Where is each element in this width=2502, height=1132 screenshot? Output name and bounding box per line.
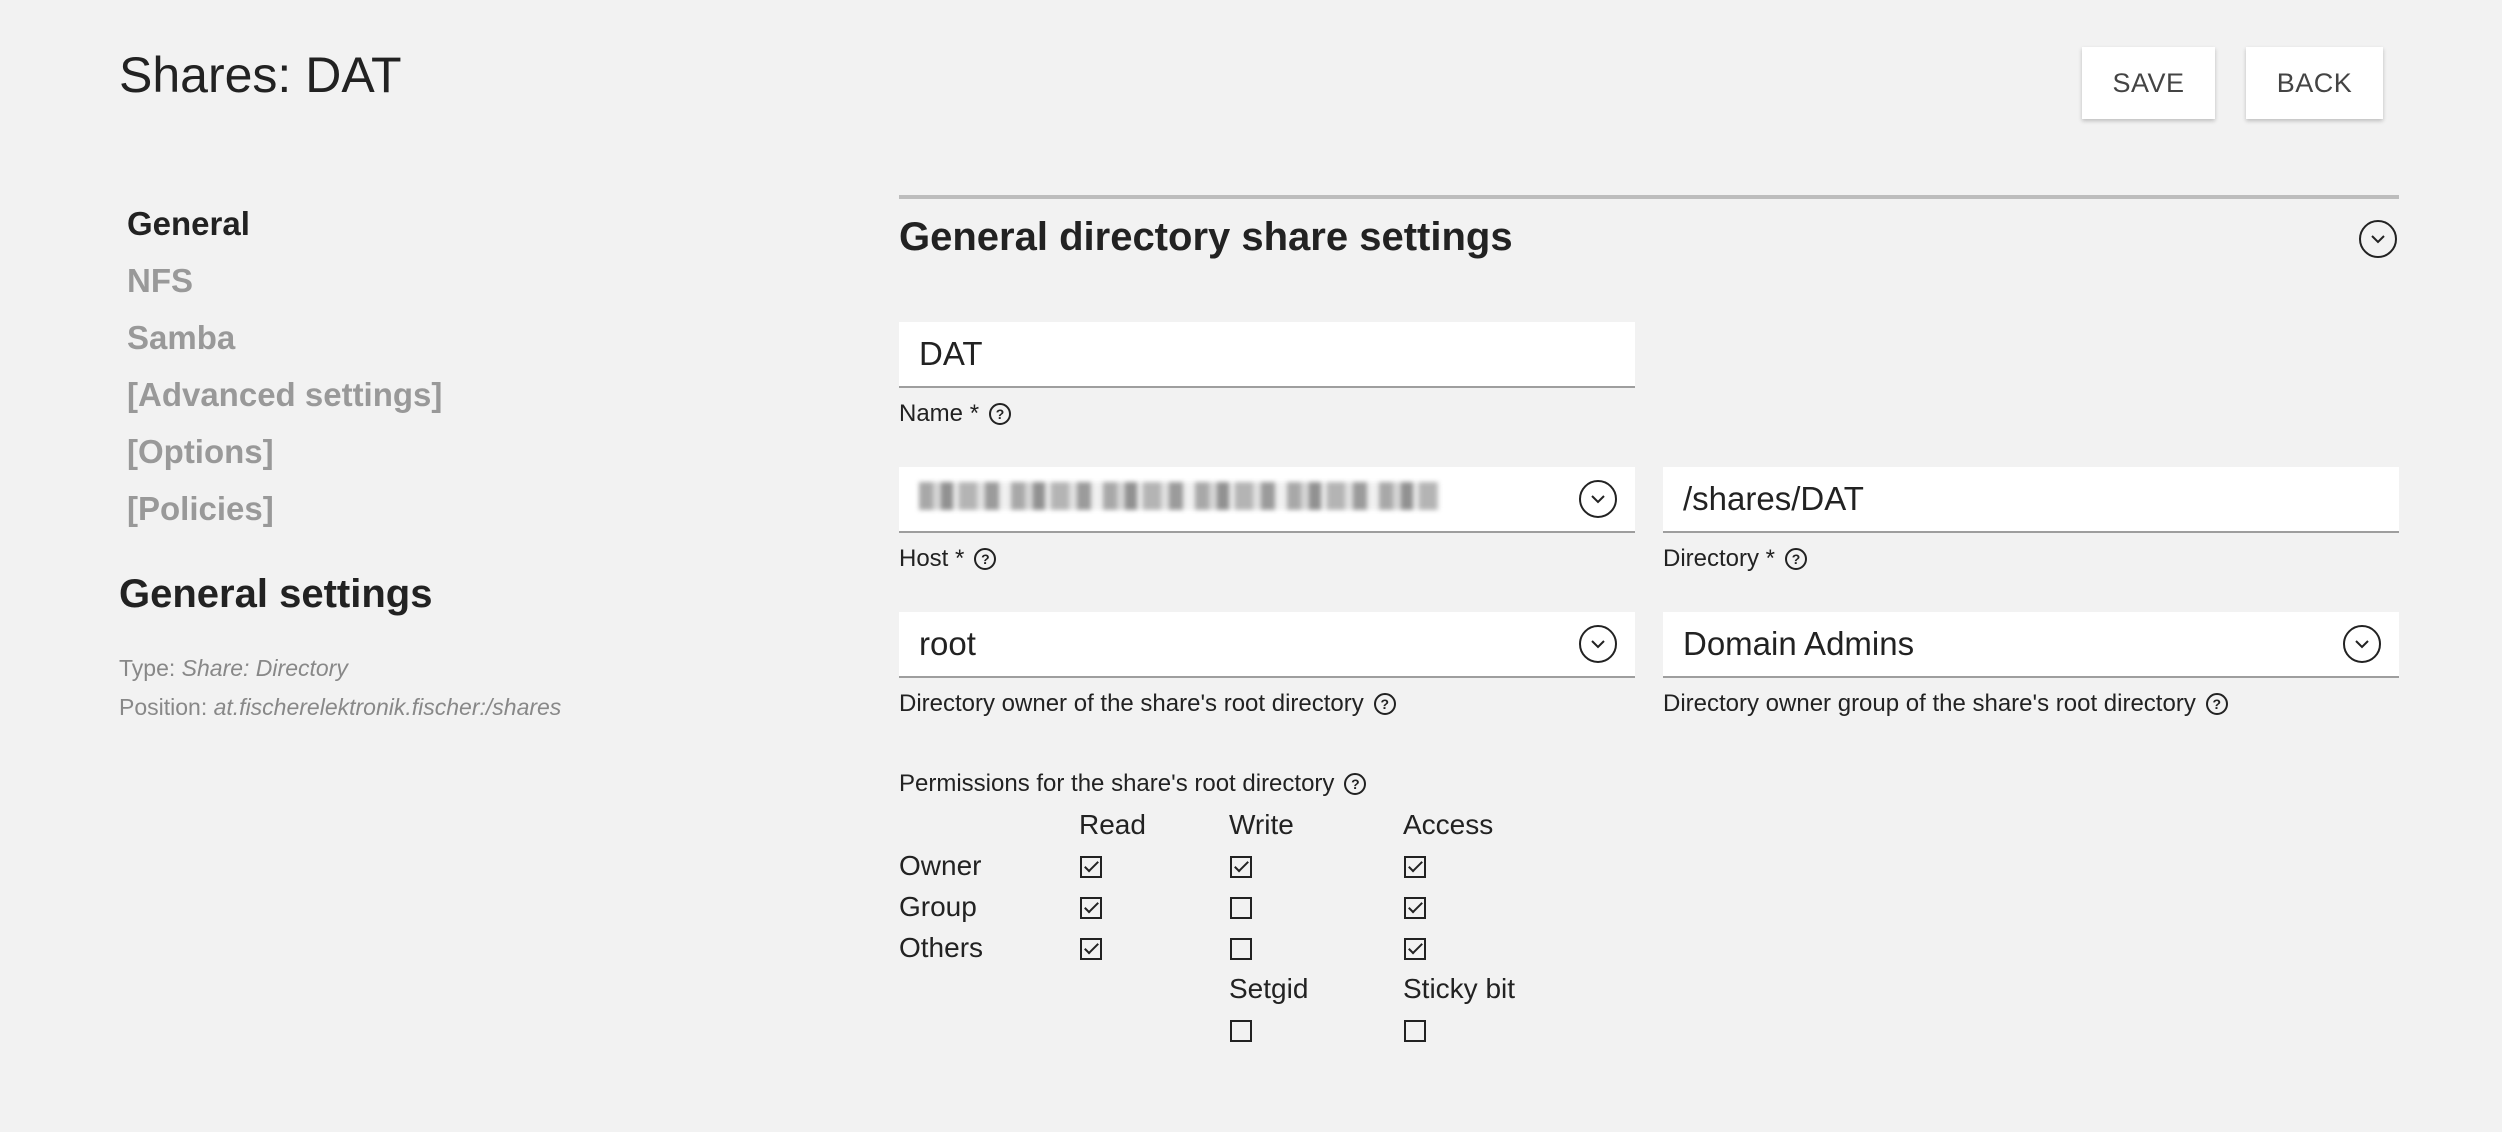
setgid-label: Setgid: [1229, 973, 1309, 1004]
group-write-checkbox[interactable]: [1230, 897, 1252, 919]
sidebar-item-general[interactable]: General: [127, 200, 442, 257]
directory-label: Directory *: [1663, 545, 1776, 572]
meta-position: Position: at.fischerelektronik.fischer:/…: [119, 694, 561, 721]
name-label-row: Name * ?: [899, 400, 1012, 428]
meta-type-value: Share: Directory: [181, 655, 348, 681]
redacted-host-text: [919, 482, 1439, 510]
directory-value: /shares/DAT: [1683, 480, 1864, 517]
perm-row-others: Others: [899, 932, 984, 963]
chevron-down-circle-icon[interactable]: [2359, 220, 2397, 258]
directory-label-row: Directory * ?: [1663, 545, 1808, 573]
sticky-bit-checkbox[interactable]: [1404, 1020, 1426, 1042]
meta-type: Type: Share: Directory: [119, 655, 348, 682]
sidebar-item-policies[interactable]: [Policies]: [127, 485, 442, 542]
directory-input[interactable]: /shares/DAT: [1663, 467, 2399, 533]
sidebar-item-advanced-settings[interactable]: [Advanced settings]: [127, 371, 442, 428]
chevron-down-circle-icon[interactable]: [1579, 480, 1617, 518]
owner-read-checkbox[interactable]: [1080, 856, 1102, 878]
sidebar-item-options[interactable]: [Options]: [127, 428, 442, 485]
sidebar-item-nfs[interactable]: NFS: [127, 257, 442, 314]
permissions-label-row: Permissions for the share's root directo…: [899, 770, 1367, 798]
chevron-down-circle-icon[interactable]: [2343, 625, 2381, 663]
group-read-checkbox[interactable]: [1080, 897, 1102, 919]
permissions-label: Permissions for the share's root directo…: [899, 770, 1335, 797]
setgid-checkbox[interactable]: [1230, 1020, 1252, 1042]
help-icon[interactable]: ?: [1344, 773, 1367, 795]
sidebar-nav: General NFS Samba [Advanced settings] [O…: [127, 200, 442, 542]
host-value-redacted: [919, 480, 1579, 518]
perm-col-read: Read: [1079, 809, 1146, 840]
meta-position-value: at.fischerelektronik.fischer:/shares: [213, 694, 562, 720]
help-icon[interactable]: ?: [2205, 693, 2228, 715]
name-value: DAT: [919, 335, 983, 372]
owner-label: Directory owner of the share's root dire…: [899, 690, 1364, 717]
help-icon[interactable]: ?: [1785, 548, 1808, 570]
group-label: Directory owner group of the share's roo…: [1663, 690, 2196, 717]
others-access-checkbox[interactable]: [1404, 938, 1426, 960]
meta-position-label: Position:: [119, 694, 208, 720]
save-button[interactable]: SAVE: [2082, 47, 2215, 119]
sidebar-item-samba[interactable]: Samba: [127, 314, 442, 371]
owner-access-checkbox[interactable]: [1404, 856, 1426, 878]
group-access-checkbox[interactable]: [1404, 897, 1426, 919]
name-input[interactable]: DAT: [899, 322, 1635, 388]
group-select[interactable]: Domain Admins: [1663, 612, 2399, 678]
perm-row-group: Group: [899, 891, 977, 922]
help-icon[interactable]: ?: [974, 548, 997, 570]
section-title: General directory share settings: [899, 215, 1513, 259]
owner-label-row: Directory owner of the share's root dire…: [899, 690, 1396, 718]
group-label-row: Directory owner group of the share's roo…: [1663, 690, 2228, 718]
back-button[interactable]: BACK: [2246, 47, 2383, 119]
perm-col-access: Access: [1403, 809, 1494, 840]
page-title: Shares: DAT: [119, 47, 402, 103]
perm-col-write: Write: [1229, 809, 1294, 840]
meta-type-label: Type:: [119, 655, 176, 681]
name-label: Name *: [899, 400, 980, 427]
owner-select[interactable]: root: [899, 612, 1635, 678]
perm-row-owner: Owner: [899, 850, 982, 881]
owner-write-checkbox[interactable]: [1230, 856, 1252, 878]
owner-value: root: [919, 625, 976, 662]
help-icon[interactable]: ?: [1373, 693, 1396, 715]
sticky-bit-label: Sticky bit: [1403, 973, 1516, 1004]
section-divider: [899, 195, 2399, 199]
help-icon[interactable]: ?: [989, 403, 1012, 425]
host-select[interactable]: [899, 467, 1635, 533]
group-value: Domain Admins: [1683, 625, 1915, 662]
host-label-row: Host * ?: [899, 545, 997, 573]
others-write-checkbox[interactable]: [1230, 938, 1252, 960]
host-label: Host *: [899, 545, 965, 572]
general-settings-title: General settings: [119, 572, 433, 616]
chevron-down-circle-icon[interactable]: [1579, 625, 1617, 663]
others-read-checkbox[interactable]: [1080, 938, 1102, 960]
